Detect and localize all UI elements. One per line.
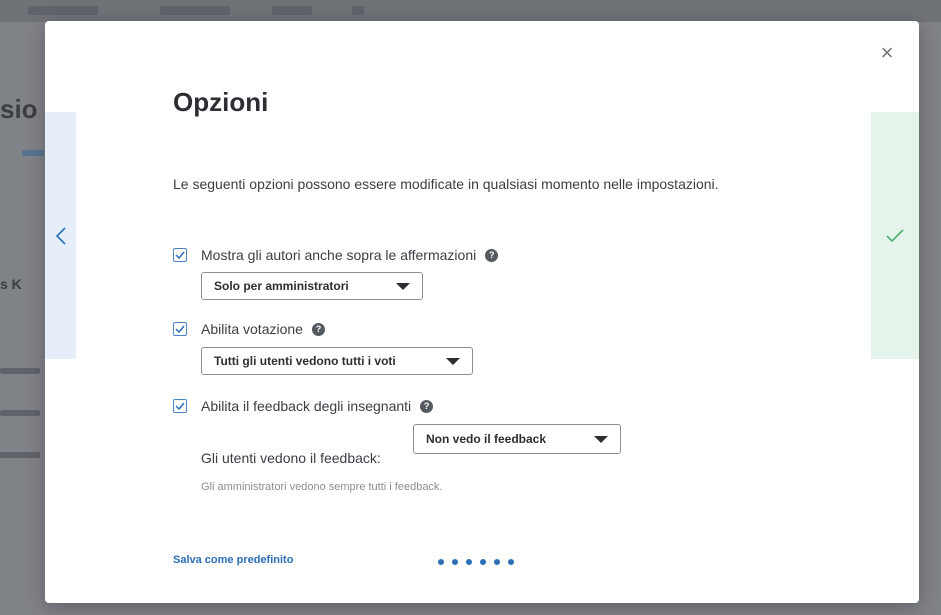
feedback-visibility-label: Gli utenti vedono il feedback: xyxy=(201,450,381,466)
option-enable-voting: Abilita votazione ? xyxy=(173,319,325,339)
caret-down-icon xyxy=(396,282,410,290)
background-accent-bar xyxy=(22,150,44,156)
checkmark-icon xyxy=(175,325,185,333)
progress-dot xyxy=(452,559,458,565)
close-icon: × xyxy=(880,40,894,65)
caret-down-icon xyxy=(594,435,608,443)
progress-dot xyxy=(480,559,486,565)
teacher-feedback-label: Abilita il feedback degli insegnanti xyxy=(201,398,412,414)
check-icon xyxy=(886,228,904,242)
chevron-left-icon xyxy=(55,226,66,245)
show-authors-select-value: Solo per amministratori xyxy=(214,279,349,293)
option-teacher-feedback: Abilita il feedback degli insegnanti ? xyxy=(173,396,434,416)
checkmark-icon xyxy=(175,251,185,259)
background-text-line xyxy=(0,452,40,458)
progress-dots xyxy=(438,559,514,565)
show-authors-label: Mostra gli autori anche sopra le afferma… xyxy=(201,247,477,263)
options-modal: × Opzioni Le seguenti opzioni possono es… xyxy=(45,21,919,603)
feedback-visibility-select-value: Non vedo il feedback xyxy=(426,432,547,446)
help-circle-icon[interactable]: ? xyxy=(420,399,434,413)
voting-visibility-select[interactable]: Tutti gli utenti vedono tutti i voti xyxy=(201,347,473,375)
background-tab xyxy=(28,6,98,15)
modal-intro-text: Le seguenti opzioni possono essere modif… xyxy=(173,176,719,192)
feedback-visibility-select[interactable]: Non vedo il feedback xyxy=(413,424,621,454)
background-tab xyxy=(160,6,230,15)
option-show-authors: Mostra gli autori anche sopra le afferma… xyxy=(173,245,499,265)
background-topbar xyxy=(0,0,941,22)
previous-step-button[interactable] xyxy=(45,112,76,359)
teacher-feedback-checkbox[interactable] xyxy=(173,399,187,413)
progress-dot xyxy=(494,559,500,565)
enable-voting-checkbox[interactable] xyxy=(173,322,187,336)
background-text-line xyxy=(0,410,40,416)
modal-title: Opzioni xyxy=(173,87,269,117)
voting-visibility-select-value: Tutti gli utenti vedono tutti i voti xyxy=(214,354,396,368)
save-as-default-link[interactable]: Salva come predefinito xyxy=(173,554,293,566)
feedback-note: Gli amministratori vedono sempre tutti i… xyxy=(201,481,443,493)
show-authors-select[interactable]: Solo per amministratori xyxy=(201,272,423,300)
progress-dot xyxy=(466,559,472,565)
background-text-line xyxy=(0,368,40,374)
progress-dot xyxy=(508,559,514,565)
help-circle-icon[interactable]: ? xyxy=(311,322,325,336)
caret-down-icon xyxy=(446,357,460,365)
background-page-title: sio xyxy=(0,94,38,124)
help-circle-icon[interactable]: ? xyxy=(485,248,499,262)
background-section-title: s K xyxy=(0,276,22,292)
enable-voting-label: Abilita votazione xyxy=(201,321,303,337)
confirm-step-button[interactable] xyxy=(871,112,919,359)
checkmark-icon xyxy=(175,402,185,410)
show-authors-checkbox[interactable] xyxy=(173,248,187,262)
background-tab xyxy=(352,6,364,15)
close-button[interactable]: × xyxy=(877,40,897,65)
progress-dot xyxy=(438,559,444,565)
background-tab xyxy=(272,6,312,15)
